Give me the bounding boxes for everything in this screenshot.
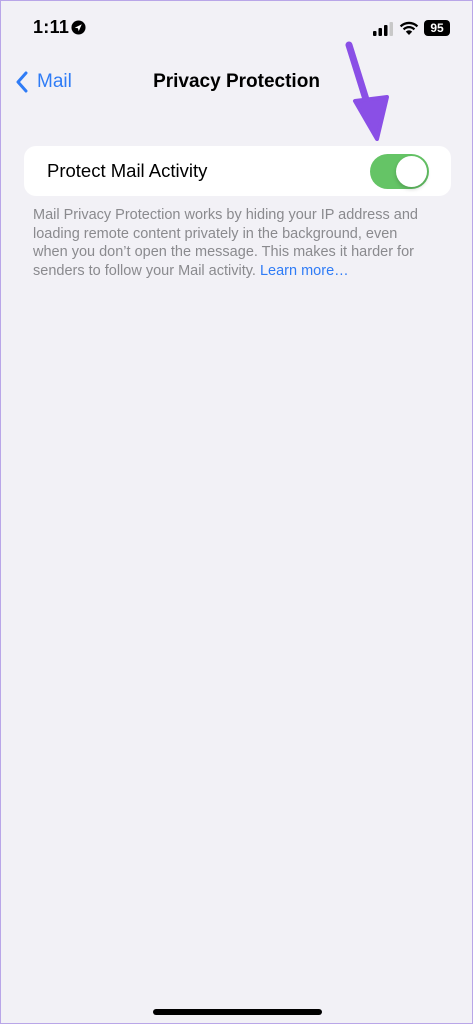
status-time: 1:11	[33, 17, 70, 37]
learn-more-link[interactable]: Learn more…	[260, 263, 349, 279]
privacy-footer-description: Mail Privacy Protection works by hiding …	[33, 206, 433, 280]
cellular-signal-icon	[373, 22, 393, 36]
settings-card: Protect Mail Activity	[24, 146, 451, 196]
footer-text: Mail Privacy Protection works by hiding …	[33, 207, 418, 279]
home-indicator[interactable]	[153, 1009, 322, 1015]
toggle-knob	[396, 156, 427, 187]
wifi-icon	[399, 21, 419, 35]
status-bar: 1:11 95	[1, 1, 472, 55]
protect-mail-activity-label: Protect Mail Activity	[47, 160, 208, 181]
battery-indicator: 95	[424, 20, 450, 36]
navigation-bar: Mail Privacy Protection	[1, 59, 472, 103]
annotation-arrow-icon	[345, 41, 389, 141]
protect-mail-activity-toggle[interactable]	[370, 154, 429, 189]
location-icon	[71, 20, 86, 35]
page-title: Privacy Protection	[153, 71, 320, 92]
